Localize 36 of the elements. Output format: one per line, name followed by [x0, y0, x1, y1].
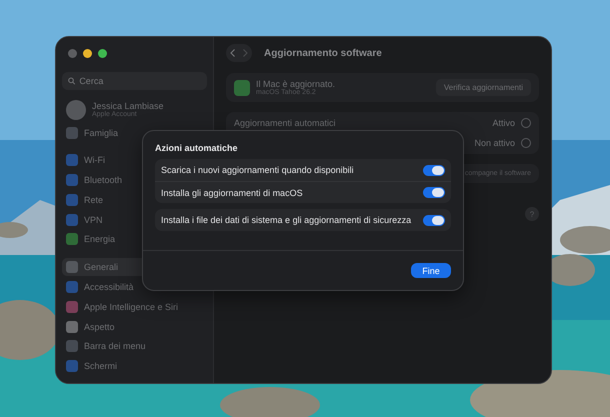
status-title: Il Mac è aggiornato.: [256, 79, 336, 89]
option-label: Installa i file dei dati di sistema e gli aggiornamenti di sicurezza: [161, 215, 412, 225]
sidebar-item[interactable]: Accessibilità: [62, 278, 138, 296]
window-title: Aggiornamento software: [264, 48, 382, 58]
sidebar-item[interactable]: VPN: [62, 210, 107, 229]
sidebar-item[interactable]: Famiglia: [62, 124, 122, 142]
close-button[interactable]: [68, 49, 77, 58]
toggle-switch[interactable]: [423, 214, 445, 226]
sidebar-item[interactable]: Schermi: [62, 357, 122, 375]
minimize-button[interactable]: [83, 49, 92, 58]
back-icon[interactable]: [230, 49, 235, 57]
toggle-switch[interactable]: [423, 164, 445, 176]
sidebar-item[interactable]: Energia: [62, 230, 120, 248]
check-updates-button[interactable]: Verifica aggiornamenti: [436, 79, 531, 96]
sidebar-item[interactable]: Aspetto: [62, 318, 119, 336]
toggle-switch[interactable]: [423, 187, 445, 198]
account-name: Jessica Lambiase: [92, 101, 164, 112]
sidebar-item[interactable]: Apple Intelligence e Siri: [62, 298, 182, 316]
setting-label: Aggiornamenti automatici: [234, 118, 336, 128]
sidebar-item[interactable]: Rete: [62, 191, 108, 209]
sidebar-item[interactable]: Barra dei menu: [62, 337, 150, 356]
sidebar-item[interactable]: Bluetooth: [62, 171, 126, 190]
dialog-title: Azioni automatiche: [155, 143, 239, 153]
search-icon: [68, 76, 76, 85]
avatar[interactable]: [66, 100, 86, 120]
zoom-button[interactable]: [98, 49, 107, 58]
setting-value: Attivo: [492, 118, 515, 128]
help-button[interactable]: ?: [525, 207, 539, 221]
navigation-buttons[interactable]: [226, 44, 252, 62]
sidebar-item[interactable]: Wi-Fi: [62, 152, 109, 170]
option-label: Installa gli aggiornamenti di macOS: [161, 188, 303, 198]
setting-value: Non attivo: [474, 138, 515, 148]
option-label: Scarica i nuovi aggiornamenti quando disponibili: [161, 165, 354, 175]
done-button[interactable]: Fine: [411, 263, 451, 278]
search-input[interactable]: Cerca: [79, 76, 201, 86]
search-field[interactable]: Cerca: [62, 72, 207, 90]
